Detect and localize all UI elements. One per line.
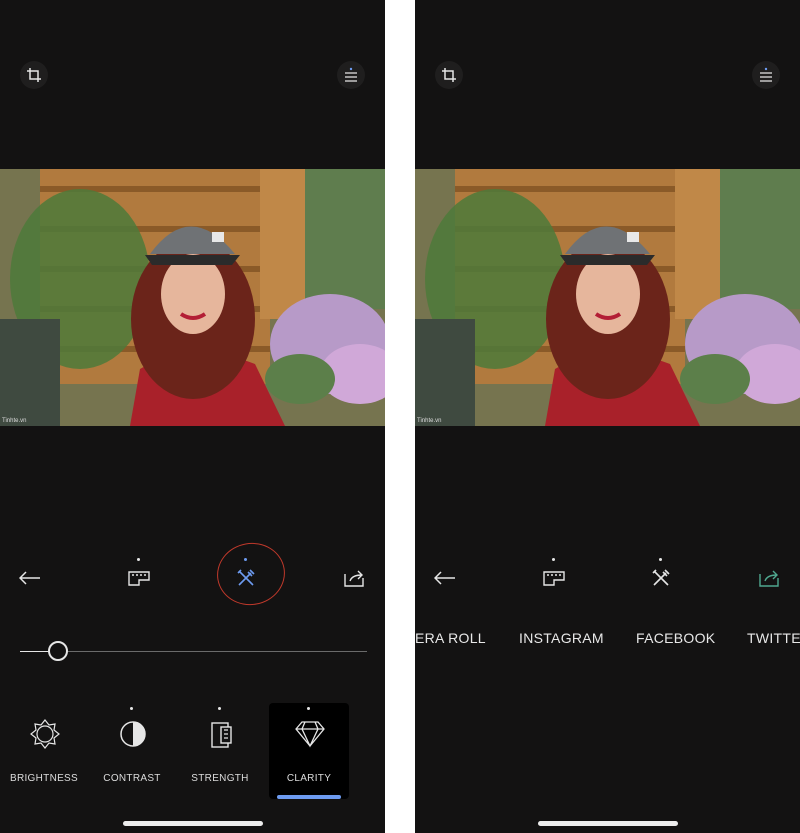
adjustment-clarity[interactable]: CLARITY — [269, 703, 349, 799]
home-indicator[interactable] — [538, 821, 678, 826]
photo-watermark: Tinhte.vn — [417, 418, 441, 424]
home-indicator[interactable] — [123, 821, 263, 826]
share-option-twitter[interactable]: TWITTE — [747, 630, 800, 646]
back-arrow-icon — [434, 571, 455, 585]
film-frame-icon — [128, 571, 150, 586]
photo-watermark: Tinhte.vn — [2, 418, 26, 424]
menu-button[interactable] — [752, 61, 780, 89]
adjustment-label: CONTRAST — [103, 773, 161, 784]
share-icon — [759, 570, 779, 587]
right-phone-screen: Tinhte.vn ERA ROLL INSTAGRAM FACEBOOK TW… — [415, 0, 800, 833]
menu-icon — [345, 67, 357, 82]
adjustment-brightness[interactable]: BRIGHTNESS — [4, 703, 84, 799]
left-phone-screen: Tinhte.vn BRIGHTNESS CONTRAST STRENGTH C… — [0, 0, 385, 833]
tools-button[interactable] — [647, 558, 675, 592]
clarity-slider[interactable] — [20, 641, 367, 671]
crop-button[interactable] — [20, 61, 48, 89]
indicator-dot — [218, 707, 221, 710]
back-arrow-icon — [19, 571, 40, 585]
indicator-dot — [307, 707, 310, 710]
bottom-toolbar — [415, 558, 800, 598]
share-option-camera-roll[interactable]: ERA ROLL — [415, 630, 486, 646]
adjustment-contrast[interactable]: CONTRAST — [92, 703, 172, 799]
film-frame-icon — [543, 571, 565, 586]
filters-button[interactable] — [540, 558, 568, 592]
adjustment-label: BRIGHTNESS — [9, 773, 78, 784]
menu-icon — [760, 67, 772, 82]
sun-outline-icon — [30, 719, 60, 749]
share-option-instagram[interactable]: INSTAGRAM — [519, 630, 604, 646]
menu-button[interactable] — [337, 61, 365, 89]
indicator-dot — [552, 558, 555, 561]
indicator-dot — [137, 558, 140, 561]
adjustment-strength[interactable]: STRENGTH — [180, 703, 260, 799]
diamond-icon — [295, 721, 325, 748]
back-button[interactable] — [16, 564, 44, 592]
export-button[interactable] — [340, 564, 368, 592]
half-circle-icon — [120, 721, 146, 747]
filters-button[interactable] — [125, 558, 153, 592]
bottom-toolbar — [0, 558, 385, 598]
edited-photo: Tinhte.vn — [0, 169, 385, 426]
annotation-circle — [212, 537, 290, 611]
crop-icon — [442, 68, 456, 82]
share-option-facebook[interactable]: FACEBOOK — [636, 630, 715, 646]
share-icon — [344, 570, 364, 587]
tools-icon — [652, 569, 670, 586]
slider-track — [20, 651, 367, 652]
selected-underline — [277, 795, 341, 799]
adjustment-label: STRENGTH — [191, 773, 249, 784]
adjustment-label: CLARITY — [286, 773, 332, 784]
crop-icon — [27, 68, 41, 82]
crop-button[interactable] — [435, 61, 463, 89]
indicator-dot — [659, 558, 662, 561]
indicator-dot — [130, 707, 133, 710]
slider-thumb[interactable] — [48, 641, 69, 661]
back-button[interactable] — [431, 564, 459, 592]
export-button[interactable] — [755, 564, 783, 592]
film-icon — [211, 722, 232, 748]
edited-photo: Tinhte.vn — [415, 169, 800, 426]
